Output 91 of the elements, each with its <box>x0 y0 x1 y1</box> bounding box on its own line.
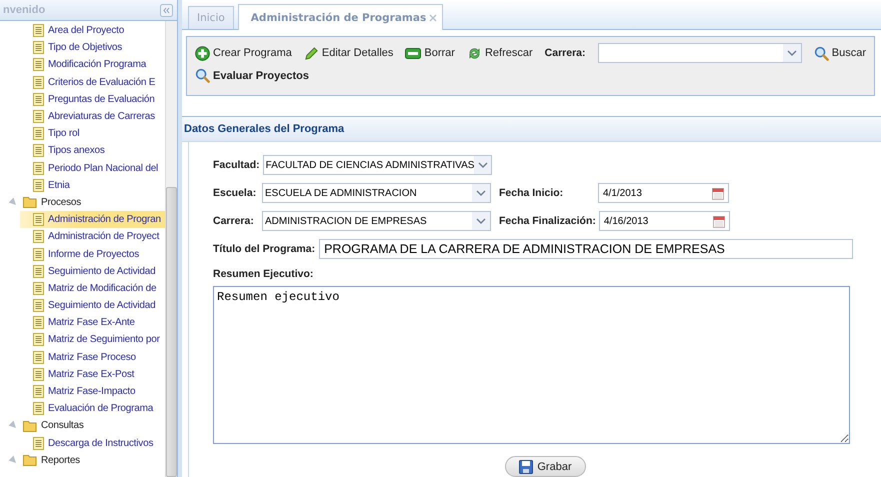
field-label: Resumen Ejecutivo: <box>213 268 314 280</box>
document-icon <box>33 299 44 312</box>
collapse-button[interactable] <box>160 4 173 16</box>
tree-item[interactable]: Matriz Fase Ex-Post <box>0 366 165 383</box>
document-icon <box>33 58 44 72</box>
dropdown-field[interactable]: ADMINISTRACION DE EMPRESAS <box>262 211 491 231</box>
date-field[interactable]: 4/16/2013 <box>598 211 730 231</box>
tree-item[interactable]: Evaluación de Programa <box>0 400 165 418</box>
search-icon <box>195 68 210 83</box>
document-icon <box>33 213 44 226</box>
field-label: Carrera: <box>213 215 255 227</box>
tree-folder[interactable]: Procesos <box>0 194 165 212</box>
document-icon <box>33 110 44 124</box>
tree-item[interactable]: Informe de Proyectos <box>0 245 165 263</box>
document-icon <box>33 368 44 381</box>
tree-item[interactable]: Preguntas de Evaluación <box>0 90 165 108</box>
tree-item[interactable]: Tipo de Objetivos <box>0 39 165 56</box>
dropdown-field[interactable]: FACULTAD DE CIENCIAS ADMINISTRATIVAS <box>262 155 492 175</box>
field-label: Título del Programa: <box>213 243 316 255</box>
tree-item[interactable]: Criterios de Evaluación E <box>0 74 165 91</box>
toolbar-button[interactable]: Evaluar Proyectos <box>195 68 309 83</box>
document-icon <box>33 144 44 158</box>
folder-icon <box>23 196 37 208</box>
toolbar-button[interactable]: Borrar <box>405 47 455 59</box>
tree-item[interactable]: Area del Proyecto <box>0 22 165 40</box>
close-icon[interactable] <box>429 14 438 22</box>
tree-item[interactable]: Matriz de Modificación de <box>0 280 165 297</box>
document-icon <box>33 92 44 106</box>
expand-arrow-icon[interactable] <box>8 198 18 208</box>
tree-item[interactable]: Matriz Fase Ex-Ante <box>0 314 165 332</box>
tree-item[interactable]: Administración de Progran <box>20 211 165 228</box>
tree-item[interactable]: Tipos anexos <box>0 142 165 160</box>
tree-item[interactable]: Seguimiento de Actividad <box>0 297 165 314</box>
tree-item[interactable]: Matriz de Seguimiento por <box>0 331 165 349</box>
field-label: Escuela: <box>213 187 258 199</box>
panel-title: Datos Generales del Programa <box>184 123 344 135</box>
field-label: Fecha Finalización: <box>499 215 596 227</box>
pencil-icon <box>304 46 319 60</box>
folder-icon <box>23 454 37 466</box>
document-icon <box>33 127 44 140</box>
search-icon <box>814 46 829 60</box>
save-button[interactable]: Grabar <box>505 456 586 477</box>
document-icon <box>33 385 44 398</box>
document-icon <box>33 264 44 278</box>
tree-item[interactable]: Abreviaturas de Carreras <box>0 108 165 126</box>
tree-folder[interactable]: Reportes <box>0 452 165 469</box>
document-icon <box>33 436 44 450</box>
tree-item[interactable]: Modificación Programa <box>0 56 165 74</box>
tree-item[interactable]: Descarga de Instructivos <box>0 434 165 452</box>
plus-icon <box>195 46 210 60</box>
tree-folder[interactable]: Consultas <box>0 417 165 434</box>
folder-icon <box>23 420 37 432</box>
toolbar-button[interactable]: Crear Programa <box>195 46 292 60</box>
document-icon <box>33 41 44 54</box>
field-label: Fecha Inicio: <box>499 187 564 199</box>
tree-item[interactable]: Seguimiento de Actividad <box>0 262 165 280</box>
panel-title: nvenido <box>3 4 46 16</box>
expand-arrow-icon[interactable] <box>8 455 18 466</box>
tree-item[interactable]: Etnia <box>0 176 165 194</box>
toolbar-button[interactable]: Refrescar <box>466 46 533 60</box>
calendar-icon[interactable] <box>712 186 724 200</box>
document-icon <box>33 282 44 295</box>
dropdown-field[interactable]: ESCUELA DE ADMINISTRACION <box>262 183 491 203</box>
minus-icon <box>405 48 422 58</box>
scrollbar[interactable] <box>165 21 177 477</box>
document-icon <box>33 162 44 175</box>
document-icon <box>33 333 44 346</box>
calendar-icon[interactable] <box>712 214 725 228</box>
document-icon <box>33 76 44 89</box>
date-field[interactable]: 4/1/2013 <box>598 183 729 203</box>
title-field[interactable]: PROGRAMA DE LA CARRERA DE ADMINISTRACION DE EMPRESAS <box>319 239 853 259</box>
document-icon <box>33 316 44 330</box>
search-button[interactable]: Buscar <box>814 46 866 60</box>
document-icon <box>33 350 44 364</box>
field-label: Facultad: <box>213 159 260 171</box>
document-icon <box>33 178 44 192</box>
document-icon <box>33 248 44 261</box>
refresh-icon <box>466 46 482 60</box>
tree-item[interactable]: Periodo Plan Nacional del <box>0 160 165 177</box>
document-icon <box>33 230 44 244</box>
document-icon <box>33 402 44 416</box>
tree-item[interactable]: Tipo rol <box>0 125 165 142</box>
expand-arrow-icon[interactable] <box>8 420 18 431</box>
tree-item[interactable]: Matriz Fase-Impacto <box>0 382 165 400</box>
summary-field[interactable]: Resumen ejecutivo <box>213 286 850 444</box>
dropdown-field[interactable] <box>598 43 802 63</box>
toolbar-button[interactable]: Editar Detalles <box>304 46 394 60</box>
filter-label: Carrera: <box>544 47 586 59</box>
document-icon <box>33 24 44 38</box>
tree-item[interactable]: Administración de Proyect <box>0 228 165 246</box>
tree-item[interactable]: Matriz Fase Proceso <box>0 348 165 366</box>
